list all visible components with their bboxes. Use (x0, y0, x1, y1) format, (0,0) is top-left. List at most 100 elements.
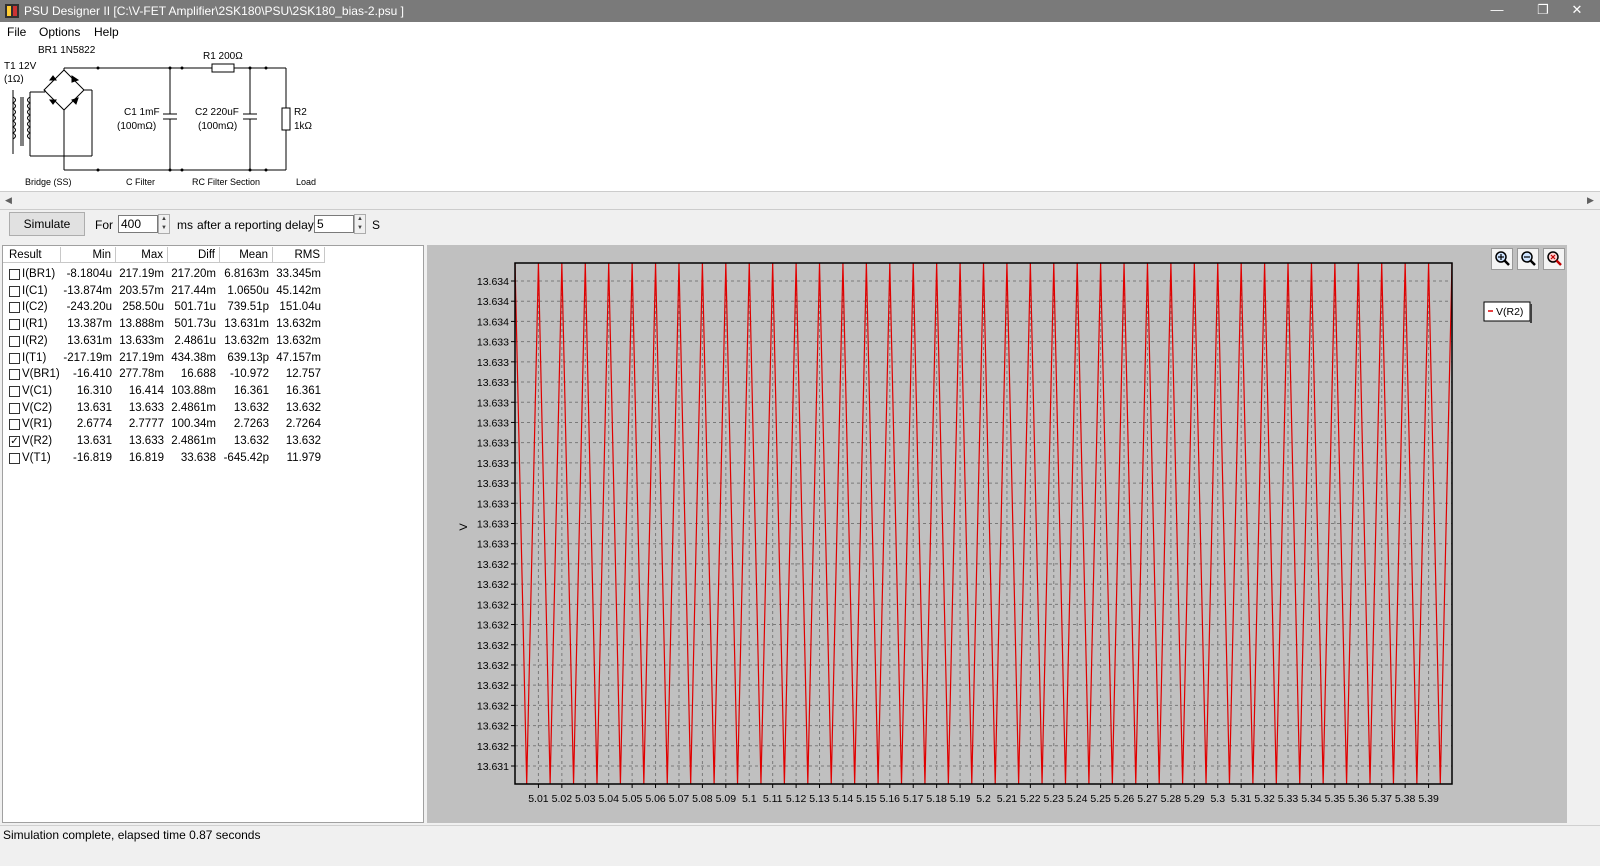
cell-mean: 13.632 (233, 435, 269, 447)
duration-spinner[interactable]: ▲ ▼ (158, 214, 170, 234)
row-checkbox[interactable] (9, 302, 20, 314)
x-tick-label: 5.32 (1254, 793, 1275, 805)
menu-file[interactable]: File (7, 25, 26, 39)
column-header-result[interactable]: Result (3, 247, 61, 263)
row-name: V(R2) (22, 435, 53, 447)
r1-label: R1 200Ω (203, 51, 243, 62)
simulate-button[interactable]: Simulate (9, 212, 85, 236)
status-bar: Simulation complete, elapsed time 0.87 s… (0, 825, 1600, 866)
row-checkbox[interactable] (9, 402, 20, 414)
row-checkbox[interactable] (9, 452, 20, 464)
c1-esr-label: (100mΩ) (117, 121, 157, 132)
row-checkbox[interactable]: ✓ (9, 436, 20, 447)
table-row[interactable]: V(BR1) -16.410 277.78m 16.688 -10.972 12.757 (3, 366, 423, 383)
table-row[interactable]: I(C1) -13.874m 203.57m 217.44m 1.0650u 45.142… (3, 283, 423, 300)
column-header-min[interactable]: Min (61, 247, 116, 263)
br1-label: BR1 1N5822 (38, 45, 96, 56)
cell-max: 13.633 (128, 435, 164, 447)
table-row[interactable]: I(C2) -243.20u 258.50u 501.71u 739.51p 151.04… (3, 299, 423, 316)
cell-min: -13.874m (63, 284, 112, 297)
zoom-in-button[interactable] (1491, 248, 1513, 270)
table-row[interactable]: V(T1) -16.819 16.819 33.638 -645.42p 11.979 (3, 450, 423, 467)
row-checkbox[interactable] (9, 419, 20, 431)
y-tick-label: 13.632 (477, 559, 509, 571)
window-title: PSU Designer II [C:\V-FET Amplifier\2SK1… (24, 4, 404, 18)
table-row[interactable]: V(C1) 16.310 16.414 103.88m 16.361 16.361 (3, 383, 423, 400)
x-tick-label: 5.04 (598, 793, 619, 805)
menu-help[interactable]: Help (94, 25, 119, 39)
cell-max: 13.633 (128, 401, 164, 414)
legend-shadow (1530, 304, 1532, 323)
x-tick-label: 5.08 (692, 793, 713, 805)
delay-label: after a reporting delay of (197, 218, 328, 232)
minimize-button[interactable]: — (1474, 0, 1520, 22)
column-header-mean[interactable]: Mean (220, 247, 273, 263)
row-checkbox[interactable] (9, 319, 20, 331)
row-checkbox[interactable] (9, 369, 20, 381)
schematic-canvas[interactable]: T1 12V (1Ω) BR1 1N5822 R1 200Ω C1 1mF (1… (0, 42, 1600, 193)
y-tick-label: 13.632 (477, 640, 509, 652)
row-checkbox[interactable] (9, 285, 20, 297)
row-checkbox[interactable] (9, 269, 20, 280)
table-row[interactable]: V(C2) 13.631 13.633 2.4861m 13.632 13.632 (3, 400, 423, 417)
zoom-in-icon (1495, 251, 1510, 266)
y-tick-label: 13.632 (477, 599, 509, 611)
y-tick-label: 13.632 (477, 620, 509, 632)
row-checkbox[interactable] (9, 335, 20, 347)
cell-min: -8.1804u (66, 268, 112, 280)
section-rc-filter: RC Filter Section (192, 177, 261, 187)
voltage-chart[interactable]: 13.634 13.634 13.634 13.633 13.633 13.633 13.6… (427, 245, 1567, 823)
column-header-diff[interactable]: Diff (168, 247, 220, 263)
cell-rms: 47.157m (276, 351, 321, 364)
zoom-reset-button[interactable] (1543, 248, 1565, 270)
x-tick-label: 5.27 (1137, 793, 1158, 805)
spin-down-icon[interactable]: ▼ (159, 224, 169, 233)
chart-panel[interactable]: 13.634 13.634 13.634 13.633 13.633 13.633 13.6… (427, 245, 1567, 823)
c2-esr-label: (100mΩ) (198, 121, 238, 132)
x-tick-label: 5.33 (1278, 793, 1299, 805)
delay-input[interactable] (314, 215, 354, 233)
t1-impedance-label: (1Ω) (4, 74, 24, 85)
cell-min: 16.310 (76, 384, 112, 397)
cell-rms: 13.632m (276, 334, 321, 347)
table-row[interactable]: I(T1) -217.19m 217.19m 434.38m 639.13p 47.157… (3, 350, 423, 367)
table-row[interactable]: ✓ V(R2) 13.631 13.633 2.4861m 13.632 13.632 (3, 433, 423, 450)
menu-options[interactable]: Options (39, 25, 80, 39)
scroll-left-arrow-icon[interactable]: ◀ (1, 193, 16, 208)
x-tick-label: 5.19 (950, 793, 971, 805)
x-tick-label: 5.31 (1231, 793, 1252, 805)
x-tick-label: 5.25 (1090, 793, 1111, 805)
x-tick-label: 5.38 (1395, 793, 1416, 805)
cell-diff: 100.34m (171, 418, 216, 431)
row-checkbox[interactable] (9, 385, 20, 397)
x-tick-label: 5.2 (976, 793, 991, 805)
duration-input[interactable] (118, 215, 158, 233)
column-header-max[interactable]: Max (116, 247, 168, 263)
y-tick-label: 13.633 (477, 337, 509, 349)
table-row[interactable]: I(R1) 13.387m 13.888m 501.73u 13.631m 13.632m (3, 316, 423, 333)
spin-up-icon[interactable]: ▲ (355, 215, 365, 224)
table-row[interactable]: I(R2) 13.631m 13.633m 2.4861u 13.632m 13.632m (3, 333, 423, 350)
schematic-scrollbar[interactable]: ◀ ▶ (0, 191, 1600, 210)
x-tick-label: 5.09 (716, 793, 737, 805)
cell-min: -16.819 (72, 451, 112, 464)
scroll-right-arrow-icon[interactable]: ▶ (1583, 193, 1598, 208)
table-row[interactable]: V(R1) 2.6774 2.7777 100.34m 2.7263 2.7264 (3, 416, 423, 433)
table-row[interactable]: I(BR1) -8.1804u 217.19m 217.20m 6.8163m 33.34… (3, 266, 423, 283)
t1-label: T1 12V (4, 61, 37, 72)
y-tick-label: 13.633 (477, 458, 509, 470)
row-name: V(C2) (22, 401, 53, 414)
cell-diff: 33.638 (180, 451, 216, 464)
cell-mean: -10.972 (229, 368, 269, 381)
zoom-out-button[interactable] (1517, 248, 1539, 270)
cell-max: 16.414 (128, 384, 164, 397)
spin-down-icon[interactable]: ▼ (355, 224, 365, 233)
cell-rms: 16.361 (285, 384, 321, 397)
cell-max: 13.888m (119, 318, 164, 331)
spin-up-icon[interactable]: ▲ (159, 215, 169, 224)
column-header-rms[interactable]: RMS (273, 247, 325, 263)
close-button[interactable]: ✕ (1554, 0, 1600, 22)
results-table[interactable]: Result Min Max Diff Mean RMS I(BR1) -8.18… (2, 245, 424, 823)
delay-spinner[interactable]: ▲ ▼ (354, 214, 366, 234)
row-checkbox[interactable] (9, 352, 20, 364)
